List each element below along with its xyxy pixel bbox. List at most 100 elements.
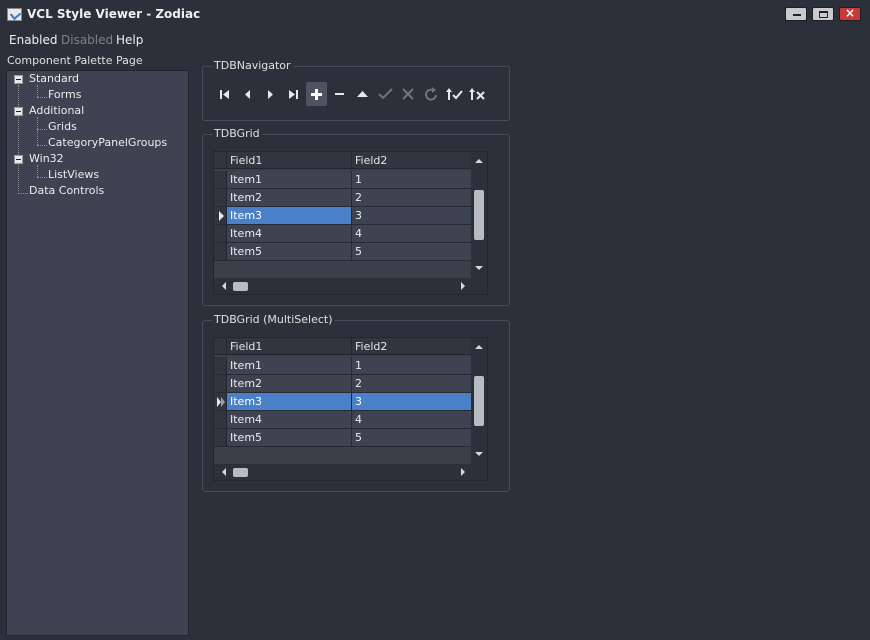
- palette-tree: Standard Forms Additional Grids Category…: [6, 70, 189, 636]
- collapse-icon[interactable]: [14, 155, 23, 164]
- tree-item-standard[interactable]: Standard: [29, 72, 79, 85]
- db-grid[interactable]: Field1 Field2 Item1 1 Item2 2 Item3 3 It…: [213, 151, 488, 295]
- table-row[interactable]: Item5 5: [214, 429, 472, 447]
- maximize-icon: [819, 11, 828, 18]
- next-record-button[interactable]: [260, 82, 281, 106]
- minimize-button[interactable]: [785, 7, 807, 21]
- tree-item-win32[interactable]: Win32: [29, 152, 64, 165]
- column-header-field2[interactable]: Field2: [352, 152, 472, 169]
- tree-line: [37, 165, 38, 177]
- db-grid-multiselect[interactable]: Field1 Field2 Item1 1 Item2 2 Item3 3 It…: [213, 337, 488, 481]
- tree-item-grids[interactable]: Grids: [48, 120, 77, 133]
- scroll-left-icon[interactable]: [218, 464, 230, 480]
- column-header-field1[interactable]: Field1: [227, 152, 352, 169]
- table-row[interactable]: Item4 4: [214, 225, 472, 243]
- grid-header: Field1 Field2: [214, 152, 472, 169]
- scroll-left-icon[interactable]: [218, 278, 230, 294]
- scroll-up-icon[interactable]: [471, 341, 487, 353]
- last-record-icon: [289, 90, 298, 99]
- cell-field1[interactable]: Item4: [227, 225, 352, 243]
- table-row[interactable]: Item1 1: [214, 357, 472, 375]
- prior-record-button[interactable]: [237, 82, 258, 106]
- scroll-down-icon[interactable]: [471, 448, 487, 460]
- table-row-selected[interactable]: Item3 3: [214, 393, 472, 411]
- horizontal-scrollbar[interactable]: [214, 464, 487, 480]
- tree-item-data-controls[interactable]: Data Controls: [29, 184, 104, 197]
- cell-field2[interactable]: 2: [352, 375, 472, 393]
- edit-record-button[interactable]: [352, 82, 373, 106]
- insert-record-button[interactable]: [306, 82, 327, 106]
- cell-field2[interactable]: 2: [352, 189, 472, 207]
- cell-field1[interactable]: Item2: [227, 189, 352, 207]
- cell-field2[interactable]: 4: [352, 411, 472, 429]
- cell-field1[interactable]: Item5: [227, 243, 352, 261]
- insert-record-icon: [311, 89, 322, 100]
- tree-line: [37, 177, 47, 178]
- table-row[interactable]: Item2 2: [214, 189, 472, 207]
- cell-field2[interactable]: 5: [352, 243, 472, 261]
- title-bar: VCL Style Viewer - Zodiac ×: [0, 0, 870, 30]
- vertical-scroll-thumb[interactable]: [474, 190, 484, 240]
- scroll-right-icon[interactable]: [457, 278, 469, 294]
- scroll-down-icon[interactable]: [471, 262, 487, 274]
- collapse-icon[interactable]: [14, 107, 23, 116]
- table-row[interactable]: Item4 4: [214, 411, 472, 429]
- table-row[interactable]: Item5 5: [214, 243, 472, 261]
- cancel-edit-icon: [402, 88, 414, 100]
- collapse-icon[interactable]: [14, 75, 23, 84]
- close-button[interactable]: ×: [839, 6, 861, 21]
- table-row[interactable]: Item2 2: [214, 375, 472, 393]
- cell-field2[interactable]: 3: [352, 207, 472, 225]
- post-edit-button: [375, 82, 396, 106]
- menu-enabled[interactable]: Enabled: [9, 33, 58, 47]
- table-row[interactable]: Item1 1: [214, 171, 472, 189]
- tree-line: [37, 145, 47, 146]
- cell-field2[interactable]: 1: [352, 171, 472, 189]
- tree-item-additional[interactable]: Additional: [29, 104, 84, 117]
- minimize-icon: [793, 14, 801, 16]
- scroll-up-icon[interactable]: [471, 155, 487, 167]
- maximize-button[interactable]: [812, 7, 834, 21]
- vertical-scrollbar[interactable]: [471, 338, 487, 464]
- menu-help[interactable]: Help: [116, 33, 143, 47]
- tree-line: [37, 97, 47, 98]
- close-icon: ×: [844, 6, 856, 20]
- horizontal-scroll-thumb[interactable]: [233, 468, 248, 477]
- cell-field1[interactable]: Item4: [227, 411, 352, 429]
- horizontal-scrollbar[interactable]: [214, 278, 487, 294]
- menu-bar: Enabled Disabled Help: [0, 30, 870, 50]
- column-header-field1[interactable]: Field1: [227, 338, 352, 355]
- last-record-button[interactable]: [283, 82, 304, 106]
- row-indicator: [214, 171, 227, 189]
- first-record-button[interactable]: [214, 82, 235, 106]
- cell-field1[interactable]: Item5: [227, 429, 352, 447]
- tree-item-forms[interactable]: Forms: [48, 88, 81, 101]
- tree-item-categorypanelgroups[interactable]: CategoryPanelGroups: [48, 136, 167, 149]
- navigator-group-label: TDBNavigator: [212, 59, 293, 72]
- menu-disabled: Disabled: [61, 33, 114, 47]
- tree-item-listviews[interactable]: ListViews: [48, 168, 99, 181]
- cell-field2[interactable]: 1: [352, 357, 472, 375]
- apply-updates-icon: [446, 88, 463, 100]
- vertical-scroll-thumb[interactable]: [474, 376, 484, 426]
- cell-field1[interactable]: Item2: [227, 375, 352, 393]
- cell-field1[interactable]: Item1: [227, 357, 352, 375]
- horizontal-scroll-thumb[interactable]: [233, 282, 248, 291]
- cell-field2[interactable]: 4: [352, 225, 472, 243]
- tree-line: [18, 85, 19, 191]
- cell-field1[interactable]: Item1: [227, 171, 352, 189]
- table-row-selected[interactable]: Item3 3: [214, 207, 472, 225]
- vertical-scrollbar[interactable]: [471, 152, 487, 278]
- row-indicator: [214, 375, 227, 393]
- cell-field1[interactable]: Item3: [227, 207, 352, 225]
- cell-field2[interactable]: 3: [352, 393, 472, 411]
- scroll-right-icon[interactable]: [457, 464, 469, 480]
- row-indicator: [214, 357, 227, 375]
- apply-updates-button[interactable]: [444, 82, 465, 106]
- cancel-updates-button[interactable]: [467, 82, 488, 106]
- cell-field1[interactable]: Item3: [227, 393, 352, 411]
- column-header-field2[interactable]: Field2: [352, 338, 472, 355]
- delete-record-button[interactable]: [329, 82, 350, 106]
- tree-line: [37, 129, 47, 130]
- cell-field2[interactable]: 5: [352, 429, 472, 447]
